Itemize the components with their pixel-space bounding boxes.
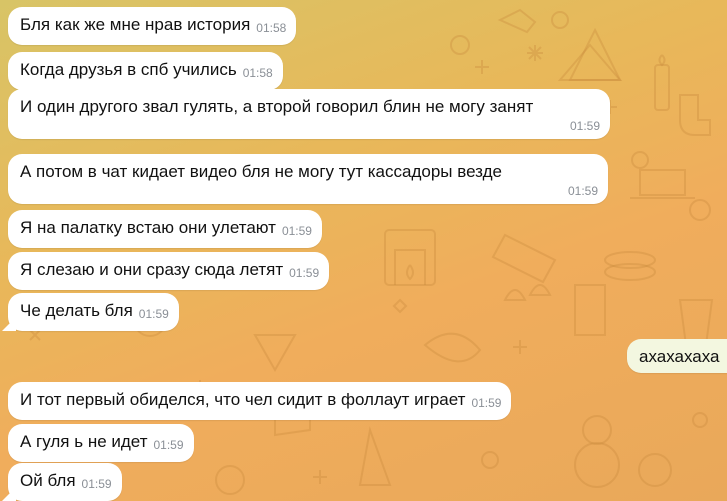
incoming-message[interactable]: А гуля ь не идет 01:59 — [8, 424, 194, 462]
message-time: 01:59 — [471, 396, 502, 410]
message-text: Че делать бля — [20, 301, 133, 320]
outgoing-message[interactable]: ахахахаха — [627, 339, 727, 373]
message-text: Когда друзья в спб учились — [20, 60, 237, 79]
message-time: 01:58 — [242, 66, 273, 80]
incoming-message[interactable]: Я на палатку встаю они улетают 01:59 — [8, 210, 322, 248]
message-text: ахахахаха — [639, 347, 720, 366]
message-time: 01:59 — [289, 266, 320, 280]
message-text: А потом в чат кидает видео бля не могу т… — [20, 162, 502, 181]
chat-message-list[interactable]: Бля как же мне нрав история 01:58 Когда д… — [0, 0, 727, 501]
message-text: Бля как же мне нрав история — [20, 15, 251, 34]
message-text: Ой бля — [20, 471, 76, 490]
message-time: 01:59 — [281, 224, 312, 238]
message-text: Я на палатку встаю они улетают — [20, 218, 276, 237]
message-time: 01:59 — [567, 184, 598, 198]
message-time: 01:59 — [153, 438, 184, 452]
message-time: 01:59 — [81, 477, 112, 491]
message-text: И один другого звал гулять, а второй гов… — [20, 97, 534, 116]
message-text: А гуля ь не идет — [20, 432, 148, 451]
incoming-message[interactable]: И тот первый обиделся, что чел сидит в ф… — [8, 382, 512, 420]
message-text: И тот первый обиделся, что чел сидит в ф… — [20, 390, 466, 409]
message-time: 01:58 — [256, 21, 287, 35]
incoming-message[interactable]: И один другого звал гулять, а второй гов… — [8, 89, 610, 139]
incoming-message[interactable]: Ой бля 01:59 — [8, 463, 122, 501]
incoming-message[interactable]: А потом в чат кидает видео бля не могу т… — [8, 154, 608, 204]
message-text: Я слезаю и они сразу сюда летят — [20, 260, 284, 279]
incoming-message[interactable]: Че делать бля 01:59 — [8, 293, 179, 331]
message-time: 01:59 — [569, 119, 600, 133]
incoming-message[interactable]: Я слезаю и они сразу сюда летят 01:59 — [8, 252, 330, 290]
incoming-message[interactable]: Бля как же мне нрав история 01:58 — [8, 7, 297, 45]
incoming-message[interactable]: Когда друзья в спб учились 01:58 — [8, 52, 283, 90]
message-time: 01:59 — [138, 307, 169, 321]
